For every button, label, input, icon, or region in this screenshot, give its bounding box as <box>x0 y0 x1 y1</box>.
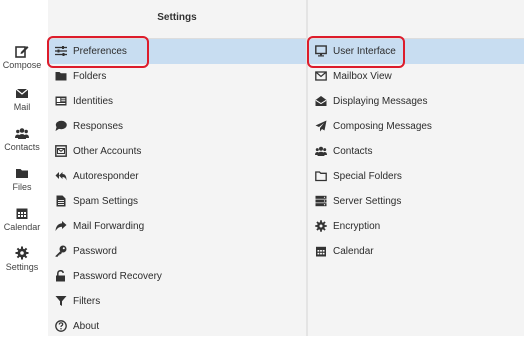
settings-item-label: Password <box>73 246 117 257</box>
sliders-icon <box>55 46 67 56</box>
question-circle-icon <box>55 320 67 332</box>
settings-item-identities[interactable]: Identities <box>48 89 306 114</box>
settings-item-preferences[interactable]: Preferences <box>48 39 306 64</box>
nav-mail-label: Mail <box>13 102 31 112</box>
preferences-item-label: Special Folders <box>333 171 402 182</box>
nav-compose[interactable]: Compose <box>0 44 44 70</box>
preferences-item-mailbox-view[interactable]: Mailbox View <box>308 64 524 89</box>
settings-item-label: Autoresponder <box>73 171 139 182</box>
settings-item-responses[interactable]: Responses <box>48 114 306 139</box>
reply-all-icon <box>55 172 67 181</box>
settings-title: Settings <box>157 12 197 23</box>
nav-calendar-label: Calendar <box>3 222 41 232</box>
preferences-item-special-folders[interactable]: Special Folders <box>308 164 524 189</box>
settings-item-other-accounts[interactable]: Other Accounts <box>48 139 306 164</box>
nav-compose-label: Compose <box>2 60 42 70</box>
preferences-item-label: Calendar <box>333 246 374 257</box>
compose-icon <box>15 46 29 58</box>
preferences-item-contacts[interactable]: Contacts <box>308 139 524 164</box>
nav-mail[interactable]: Mail <box>0 86 44 112</box>
envelope-open-icon <box>315 96 327 106</box>
settings-item-label: Responses <box>73 121 124 132</box>
preferences-item-label: Server Settings <box>333 196 402 207</box>
settings-header: Settings <box>48 0 306 39</box>
preferences-item-label: Displaying Messages <box>333 96 428 107</box>
preferences-item-label: Mailbox View <box>333 71 392 82</box>
preferences-item-encryption[interactable]: Encryption <box>308 214 524 239</box>
users-icon <box>315 146 327 156</box>
nav-settings[interactable]: Settings <box>0 246 44 272</box>
calendar-icon <box>16 208 28 219</box>
preferences-item-label: Contacts <box>333 146 373 157</box>
envelope-outline-icon <box>315 71 327 81</box>
comment-icon <box>55 120 67 131</box>
settings-panel: Settings Preferences Folders Identities <box>48 0 306 336</box>
preferences-item-label: Encryption <box>333 221 381 232</box>
preferences-item-user-interface[interactable]: User Interface <box>308 39 524 64</box>
key-icon <box>55 245 67 257</box>
folder-icon <box>55 72 67 81</box>
folder-icon <box>16 169 28 178</box>
users-icon <box>15 128 29 139</box>
id-card-icon <box>55 96 67 106</box>
server-icon <box>315 195 327 207</box>
settings-item-password-recovery[interactable]: Password Recovery <box>48 264 306 289</box>
settings-item-label: Mail Forwarding <box>73 221 145 232</box>
settings-item-label: Other Accounts <box>73 146 142 157</box>
preferences-item-composing-messages[interactable]: Composing Messages <box>308 114 524 139</box>
settings-item-label: Spam Settings <box>73 196 139 207</box>
left-navigation: Compose Mail Contacts Files Calendar Set… <box>0 0 44 336</box>
nav-settings-label: Settings <box>5 262 39 272</box>
settings-item-label: Folders <box>73 71 107 82</box>
settings-item-autoresponder[interactable]: Autoresponder <box>48 164 306 189</box>
unlock-icon <box>56 270 65 282</box>
settings-item-filters[interactable]: Filters <box>48 289 306 314</box>
nav-contacts-label: Contacts <box>4 142 40 152</box>
share-arrow-icon <box>55 221 67 231</box>
settings-item-password[interactable]: Password <box>48 239 306 264</box>
preferences-item-label: Composing Messages <box>333 121 432 132</box>
calendar-icon <box>316 246 326 257</box>
paper-plane-icon <box>315 120 327 132</box>
nav-files-label: Files <box>12 182 32 192</box>
settings-item-folders[interactable]: Folders <box>48 64 306 89</box>
envelope-icon <box>15 88 29 98</box>
settings-item-mail-forwarding[interactable]: Mail Forwarding <box>48 214 306 239</box>
settings-item-label: Filters <box>73 296 101 307</box>
filter-icon <box>55 296 67 306</box>
preferences-item-displaying-messages[interactable]: Displaying Messages <box>308 89 524 114</box>
preferences-panel: User Interface Mailbox View Displaying M… <box>308 0 524 336</box>
preferences-header <box>308 0 524 39</box>
gear-icon <box>15 246 29 260</box>
envelope-square-icon <box>55 145 67 157</box>
preferences-item-calendar[interactable]: Calendar <box>308 239 524 264</box>
settings-item-label: Identities <box>73 96 114 107</box>
settings-item-spam-settings[interactable]: Spam Settings <box>48 189 306 214</box>
nav-files[interactable]: Files <box>0 166 44 192</box>
preferences-item-label: User Interface <box>333 46 396 57</box>
settings-item-about[interactable]: About <box>48 314 306 339</box>
settings-item-label: About <box>73 321 100 332</box>
preferences-item-server-settings[interactable]: Server Settings <box>308 189 524 214</box>
settings-item-label: Password Recovery <box>73 271 162 282</box>
settings-item-label: Preferences <box>73 46 127 57</box>
document-icon <box>56 195 66 207</box>
nav-contacts[interactable]: Contacts <box>0 126 44 152</box>
nav-calendar[interactable]: Calendar <box>0 206 44 232</box>
cog-icon <box>315 220 327 232</box>
monitor-icon <box>315 45 327 57</box>
folder-outline-icon <box>315 171 327 182</box>
